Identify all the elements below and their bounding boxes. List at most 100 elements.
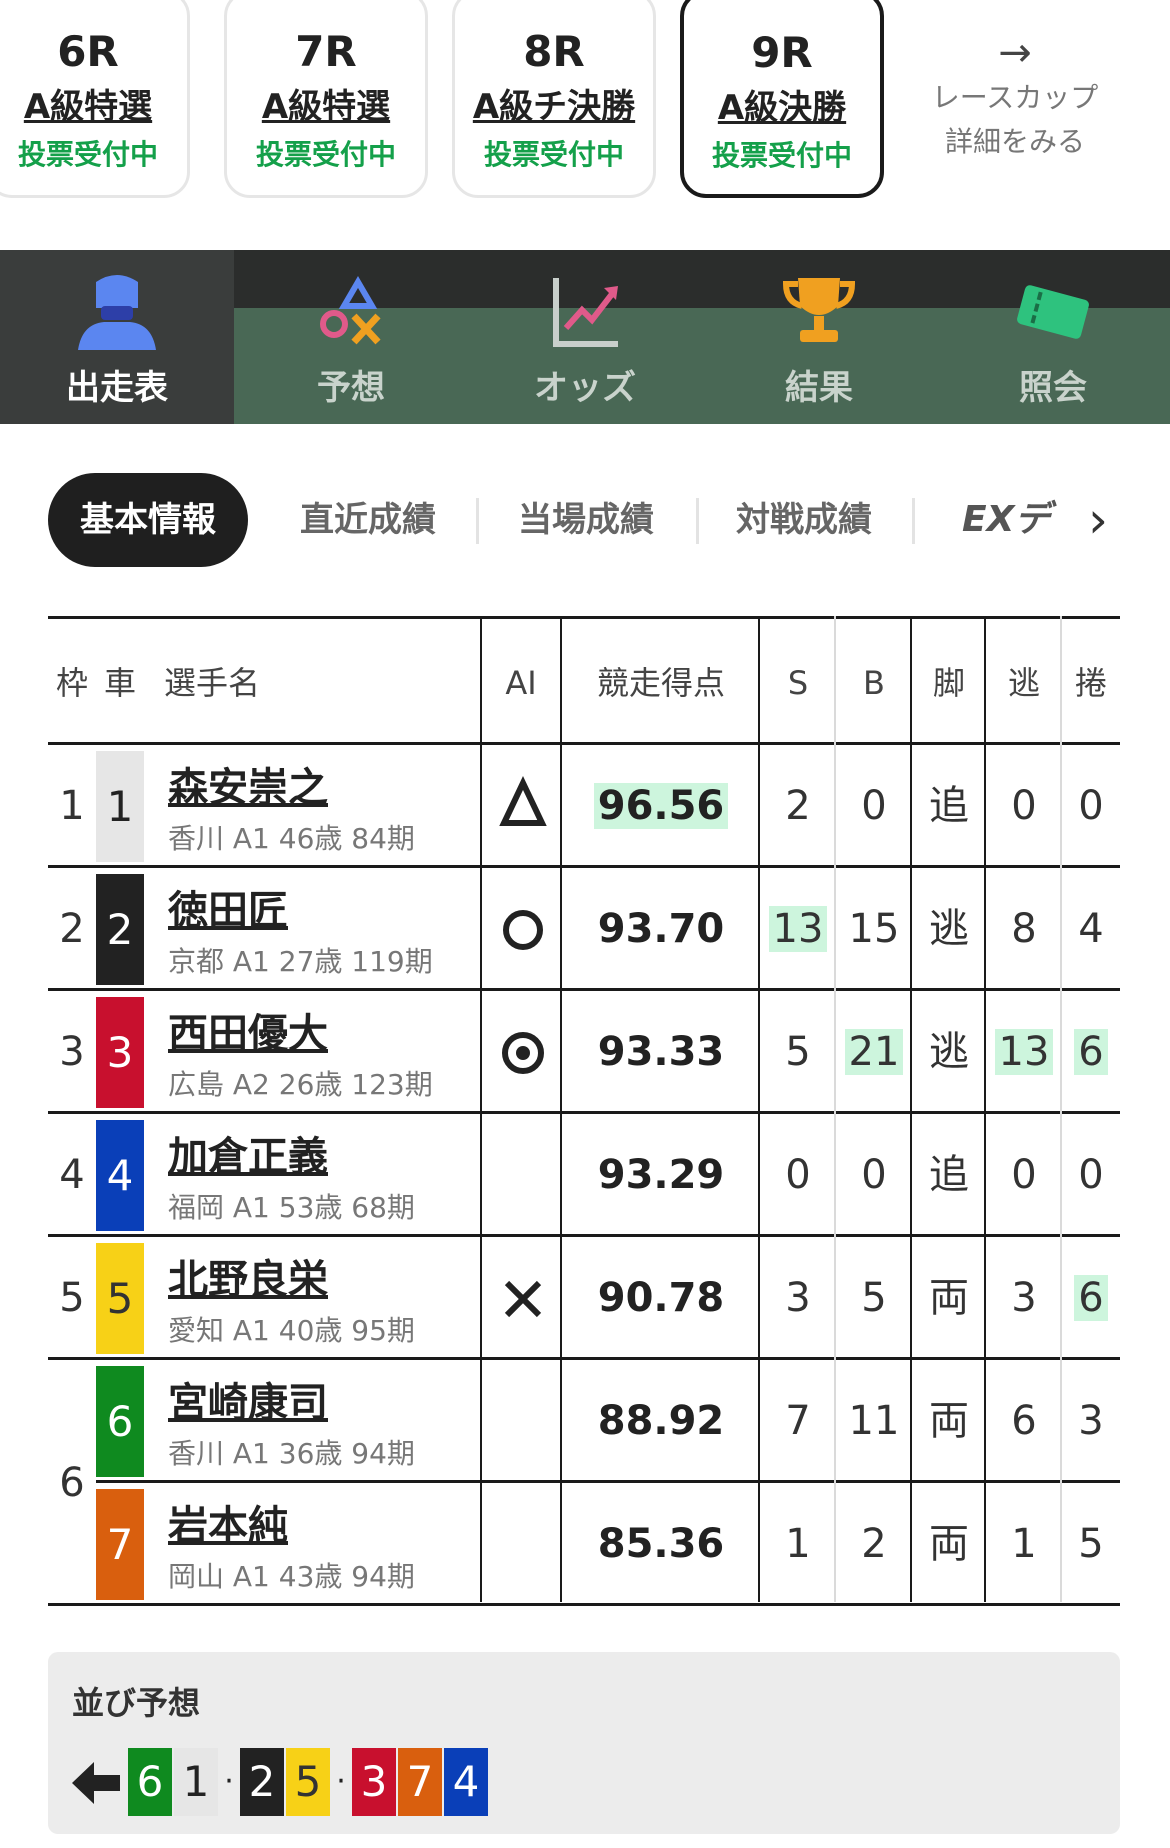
line-separator: · xyxy=(224,1764,234,1799)
cell-b-value: 2 xyxy=(861,1521,887,1567)
cell-makuri: 6 xyxy=(1062,991,1120,1114)
cell-s-value: 5 xyxy=(785,1029,811,1075)
cell-leg: 逃 xyxy=(912,991,986,1114)
race-score: 88.92 xyxy=(562,1360,760,1483)
race-score: 85.36 xyxy=(562,1483,760,1606)
racer-name[interactable]: 北野良栄 xyxy=(168,1247,328,1305)
cell-b: 0 xyxy=(836,745,912,868)
racer-name[interactable]: 森安崇之 xyxy=(168,755,328,813)
col-header-nige: 逃 xyxy=(1007,664,1040,702)
table-row: 7 岩本純 岡山 A1 43歳 94期 85.36 1 2 両 1 5 xyxy=(48,1483,1120,1606)
waku-number: 5 xyxy=(59,1275,85,1321)
cell-leg-value: 両 xyxy=(929,1275,969,1321)
cell-s-value: 0 xyxy=(785,1152,811,1198)
nav-label: 結果 xyxy=(785,368,853,408)
table-row: 5 5 北野良栄 愛知 A1 40歳 95期 90.78 3 5 両 3 6 xyxy=(48,1237,1120,1360)
line-car-chip: 2 xyxy=(240,1748,284,1816)
race-score: 93.70 xyxy=(562,868,760,991)
cell-makuri-value: 6 xyxy=(1074,1275,1108,1321)
cell-s: 7 xyxy=(760,1360,836,1483)
subtab-head-to-head[interactable]: 対戦成績 xyxy=(712,473,896,567)
waku-number: 2 xyxy=(59,906,85,952)
race-score: 96.56 xyxy=(562,745,760,868)
race-tab-9r[interactable]: 9R A級決勝 投票受付中 xyxy=(680,0,884,198)
racer-name[interactable]: 加倉正義 xyxy=(168,1124,328,1182)
col-header-b: B xyxy=(863,664,885,702)
column-divider xyxy=(1060,616,1062,1602)
cell-s: 5 xyxy=(760,991,836,1114)
cell-b: 5 xyxy=(836,1237,912,1360)
line-car-chip: 3 xyxy=(352,1748,396,1816)
racer-info: 香川 A1 46歳 84期 xyxy=(168,822,415,855)
racer-name[interactable]: 岩本純 xyxy=(168,1493,288,1551)
cell-nige-value: 0 xyxy=(1011,1152,1037,1198)
nav-odds[interactable]: オッズ xyxy=(468,250,702,424)
racer-name[interactable]: 西田優大 xyxy=(168,1001,328,1059)
table-row: 1 1 森安崇之 香川 A1 46歳 84期 96.56 2 0 追 0 0 xyxy=(48,745,1120,868)
race-number: 7R xyxy=(295,27,357,76)
race-status: 投票受付中 xyxy=(483,138,624,171)
subtab-divider xyxy=(912,498,915,544)
cell-b: 0 xyxy=(836,1114,912,1237)
subtab-recent-results[interactable]: 直近成績 xyxy=(276,473,460,567)
line-car-chip: 5 xyxy=(286,1748,330,1816)
race-cup-detail-link[interactable]: → レースカップ 詳細をみる xyxy=(920,30,1110,164)
racer-info: 香川 A1 36歳 94期 xyxy=(168,1437,415,1470)
chevron-right-icon[interactable]: › xyxy=(1088,480,1108,560)
col-header-score: 競走得点 xyxy=(596,664,725,702)
race-tab-7r[interactable]: 7R A級特選 投票受付中 xyxy=(224,0,428,198)
subtab-ex-data[interactable]: EXデ xyxy=(962,473,1050,567)
race-tab-6r[interactable]: 6R A級特選 投票受付中 xyxy=(0,0,190,198)
cell-nige: 1 xyxy=(986,1483,1062,1606)
cell-b-value: 0 xyxy=(861,1152,887,1198)
car-number: 6 xyxy=(96,1366,144,1477)
score-value: 85.36 xyxy=(597,1521,725,1567)
nav-kekka[interactable]: 結果 xyxy=(702,250,936,424)
cell-nige: 6 xyxy=(986,1360,1062,1483)
score-value: 96.56 xyxy=(593,783,729,829)
cell-makuri: 0 xyxy=(1062,745,1120,868)
subtab-venue-results[interactable]: 当場成績 xyxy=(494,473,678,567)
nav-shokai[interactable]: 照会 xyxy=(936,250,1170,424)
racer-name[interactable]: 徳田匠 xyxy=(168,878,288,936)
race-name: A級特選 xyxy=(23,87,153,127)
subtab-basic-info[interactable]: 基本情報 xyxy=(48,473,248,567)
cell-leg-value: 両 xyxy=(929,1398,969,1444)
table-row: 3 3 西田優大 広島 A2 26歳 123期 93.33 5 21 逃 13 6 xyxy=(48,991,1120,1114)
cell-b-value: 15 xyxy=(848,906,900,952)
arrow-right-icon: → xyxy=(998,30,1032,76)
race-score: 90.78 xyxy=(562,1237,760,1360)
nav-yoso[interactable]: 予想 xyxy=(234,250,468,424)
cell-s-value: 13 xyxy=(768,906,828,952)
cell-b: 15 xyxy=(836,868,912,991)
race-number: 9R xyxy=(751,28,813,77)
triangle-mark-icon xyxy=(499,776,547,826)
nav-label: 予想 xyxy=(317,368,385,408)
cell-leg-value: 逃 xyxy=(929,1029,969,1075)
cell-b-value: 21 xyxy=(844,1029,904,1075)
line-car-chip: 1 xyxy=(174,1748,218,1816)
score-value: 93.29 xyxy=(597,1152,725,1198)
nav-label: オッズ xyxy=(534,368,636,408)
nav-shussohyo[interactable]: 出走表 xyxy=(0,250,234,424)
cell-makuri-value: 3 xyxy=(1078,1398,1104,1444)
cell-nige-value: 1 xyxy=(1011,1521,1037,1567)
col-header-car: 車 xyxy=(103,664,136,702)
cell-nige-value: 0 xyxy=(1011,783,1037,829)
col-header-makuri: 捲 xyxy=(1074,664,1107,702)
cell-makuri-value: 5 xyxy=(1078,1521,1104,1567)
cell-leg: 両 xyxy=(912,1237,986,1360)
waku-number: 4 xyxy=(59,1152,85,1198)
racer-name[interactable]: 宮崎康司 xyxy=(168,1370,328,1428)
race-tab-8r[interactable]: 8R A級チ決勝 投票受付中 xyxy=(452,0,656,198)
race-status: 投票受付中 xyxy=(17,138,158,171)
racer-info: 京都 A1 27歳 119期 xyxy=(168,945,433,978)
cell-s: 1 xyxy=(760,1483,836,1606)
waku-number: 1 xyxy=(59,783,85,829)
section-nav: 出走表 予想 オッズ 結果 照会 xyxy=(0,250,1170,424)
cup-link-line2: 詳細をみる xyxy=(944,125,1085,158)
cell-b-value: 11 xyxy=(848,1398,900,1444)
subtab-divider xyxy=(696,498,699,544)
cell-leg: 両 xyxy=(912,1360,986,1483)
cell-leg-value: 両 xyxy=(929,1521,969,1567)
